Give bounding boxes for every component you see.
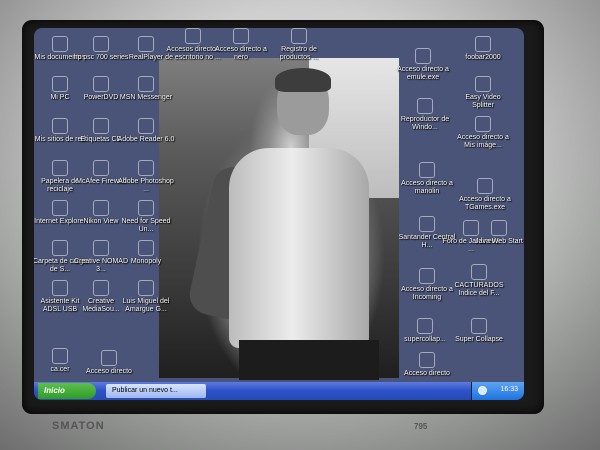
photo-pants: [239, 340, 379, 380]
desktop-icon-label: Acceso directo a TGames.exe: [459, 196, 511, 211]
tray-icon[interactable]: [478, 386, 487, 395]
monitor-model: 795: [414, 422, 428, 431]
desktop-icon-label: Reproductor de Windo...: [400, 116, 450, 131]
start-button[interactable]: Inicio: [38, 383, 96, 399]
desktop-icon-label: Acceso directo a Incoming: [401, 286, 453, 301]
messenger-icon: [138, 76, 154, 92]
desktop-icon[interactable]: Acceso directo a TGames.exe: [456, 178, 514, 212]
system-tray: 16:33: [471, 382, 524, 400]
mediasource-icon: [93, 280, 109, 296]
desktop-icon-label: Easy Video Splitter: [465, 94, 501, 109]
desktop-icon-label: Adobe Reader 6.0: [117, 136, 175, 143]
desktop-icon-label: Monopoly: [130, 258, 162, 265]
desktop-icon[interactable]: Acceso directo: [398, 352, 456, 378]
desktop-icon[interactable]: Super Collapse: [450, 318, 508, 344]
folder-icon: [419, 162, 435, 178]
folder-icon: [138, 280, 154, 296]
desktop-icon-label: supercollap...: [404, 336, 446, 343]
desktop-icon[interactable]: Acceso directo a manolin: [398, 162, 456, 196]
emule-icon: [415, 48, 431, 64]
cd-label-icon: [93, 118, 109, 134]
dvd-icon: [93, 76, 109, 92]
register-icon: [291, 28, 307, 44]
desktop-icon-label: CACTURADOS Indice del F...: [454, 282, 504, 297]
desktop-icon[interactable]: Luis Miguel del Amargue G...: [117, 280, 175, 314]
taskbar-window-button[interactable]: Publicar un nuevo t...: [106, 384, 206, 398]
computer-icon: [52, 76, 68, 92]
desktop-icon[interactable]: Need for Speed Un...: [117, 200, 175, 234]
certificate-icon: [52, 348, 68, 364]
desktop-icon-label: Acceso directo a nero: [215, 46, 267, 61]
adobe-reader-icon: [138, 118, 154, 134]
folder-icon: [52, 36, 68, 52]
desktop-icon[interactable]: Java Web Start: [470, 220, 524, 246]
upload-folder-icon: [52, 240, 68, 256]
desktop-icon-label: Acceso directo a emule.exe: [397, 66, 449, 81]
desktop-icon[interactable]: Acceso directo a nero: [212, 28, 270, 62]
shortcut-icon: [101, 350, 117, 366]
desktop-icon[interactable]: Monopoly: [117, 240, 175, 266]
taskbar: Inicio Publicar un nuevo t... 16:33: [34, 382, 524, 400]
collapse-icon: [471, 318, 487, 334]
desktop: Mis documentos hp psc 700 series RealPlaye…: [34, 28, 524, 400]
desktop-icon[interactable]: Acceso directo a Incoming: [398, 268, 456, 302]
desktop-icon[interactable]: Registro de productos ...: [270, 28, 328, 62]
printer-icon: [93, 36, 109, 52]
nikon-icon: [93, 200, 109, 216]
desktop-icon-label: Acceso directo a manolin: [401, 180, 453, 195]
desktop-icon-label: foobar2000: [465, 54, 501, 61]
folder-icon: [419, 268, 435, 284]
desktop-icon[interactable]: Reproductor de Windo...: [396, 98, 454, 132]
java-icon: [491, 220, 507, 236]
desktop-icon-label: Registro de productos ...: [279, 46, 319, 61]
photo-shirt: [229, 148, 369, 348]
desktop-icon-label: Luis Miguel del Amargue G...: [122, 298, 170, 313]
adsl-icon: [52, 280, 68, 296]
game-icon: [417, 318, 433, 334]
desktop-icon-label: MSN Messenger: [119, 94, 173, 101]
photoshop-icon: [138, 160, 154, 176]
desktop-icon-label: Acceso directo: [86, 368, 132, 375]
network-icon: [52, 118, 68, 134]
mcafee-icon: [93, 160, 109, 176]
desktop-icon[interactable]: CACTURADOS Indice del F...: [450, 264, 508, 298]
media-player-icon: [417, 98, 433, 114]
desktop-icon-label: Adobe Photoshop ...: [118, 178, 174, 193]
video-splitter-icon: [475, 76, 491, 92]
foobar-icon: [475, 36, 491, 52]
pictures-icon: [475, 116, 491, 132]
tgames-icon: [477, 178, 493, 194]
monitor-brand: SMATON: [52, 420, 105, 432]
desktop-icon-label: Acceso directo a Mis imáge...: [457, 134, 509, 149]
shortcut-icon: [419, 352, 435, 368]
monopoly-icon: [138, 240, 154, 256]
desktop-icon[interactable]: Easy Video Splitter: [454, 76, 512, 110]
ie-icon: [52, 200, 68, 216]
photo-hair: [275, 68, 331, 92]
desktop-icon[interactable]: Acceso directo a Mis imáge...: [454, 116, 512, 150]
desktop-icon[interactable]: Adobe Reader 6.0: [117, 118, 175, 144]
clock: 16:33: [500, 386, 518, 393]
desktop-icon[interactable]: Adobe Photoshop ...: [117, 160, 175, 194]
web-icon: [471, 264, 487, 280]
realplayer-icon: [138, 36, 154, 52]
desktop-icon[interactable]: supercollap...: [396, 318, 454, 344]
desktop-icon-label: Acceso directo: [404, 370, 450, 377]
wallpaper-photo: [159, 58, 399, 380]
desktop-icon-label: Super Collapse: [455, 336, 503, 343]
folder-icon: [185, 28, 201, 44]
nero-icon: [233, 28, 249, 44]
desktop-icon[interactable]: Acceso directo: [80, 350, 138, 376]
recycle-bin-icon: [52, 160, 68, 176]
desktop-icon[interactable]: foobar2000: [454, 36, 512, 62]
desktop-icon-label: Java Web Start: [475, 238, 523, 245]
bank-icon: [419, 216, 435, 232]
desktop-icon[interactable]: Acceso directo a emule.exe: [394, 48, 452, 82]
creative-icon: [93, 240, 109, 256]
desktop-icon[interactable]: MSN Messenger: [117, 76, 175, 102]
game-icon: [138, 200, 154, 216]
desktop-icon-label: Need for Speed Un...: [121, 218, 171, 233]
